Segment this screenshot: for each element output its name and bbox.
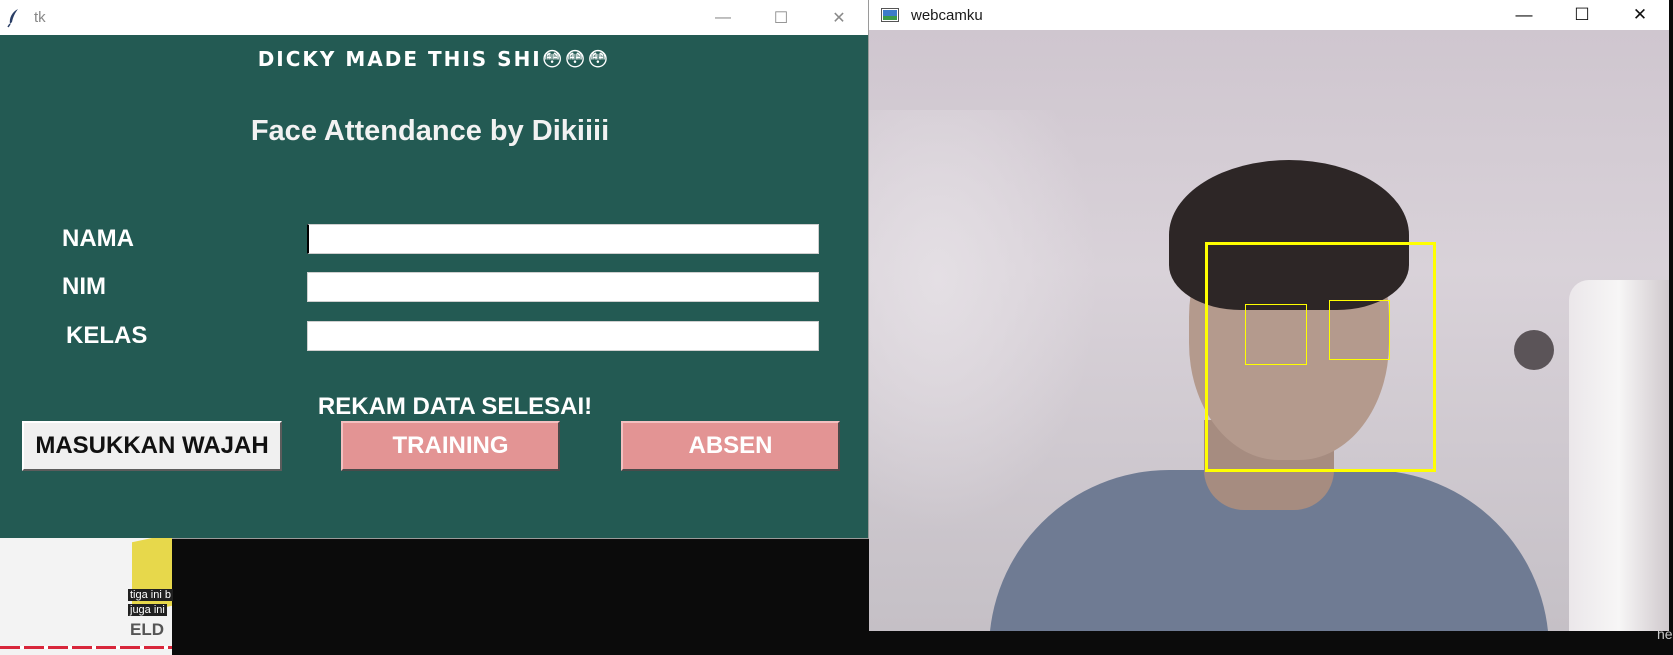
hanging-clothes (1569, 280, 1669, 631)
nama-input[interactable] (307, 224, 819, 254)
banner-text: DICKY MADE THIS SHI😳😳😳 (257, 47, 611, 71)
nama-label: NAMA (62, 225, 134, 252)
nim-label: NIM (62, 273, 106, 300)
kelas-label: KELAS (66, 322, 148, 349)
close-button[interactable]: ✕ (810, 0, 868, 35)
wall-background (869, 110, 1099, 530)
minimize-button[interactable]: — (1495, 0, 1553, 30)
webcam-window-title: webcamku (911, 6, 983, 24)
wall-hook (1514, 330, 1554, 370)
feather-icon (7, 8, 18, 27)
image-window-icon (881, 8, 899, 22)
absen-button[interactable]: ABSEN (621, 421, 840, 471)
minimize-button[interactable]: — (694, 0, 752, 35)
webcam-feed (869, 30, 1669, 631)
webcam-window: webcamku — ☐ ✕ (869, 0, 1669, 631)
webcam-window-controls: — ☐ ✕ (1495, 0, 1669, 30)
eye-detection-box-right (1329, 300, 1390, 360)
training-button[interactable]: TRAINING (341, 421, 560, 471)
tk-window: tk — ☐ ✕ DICKY MADE THIS SHI😳😳😳 Face Att… (0, 0, 868, 538)
thumbnail-caption: tiga ini b (128, 589, 173, 601)
thumbnail-logo: ELD (130, 620, 164, 639)
kelas-input[interactable] (307, 321, 819, 351)
maximize-button[interactable]: ☐ (1553, 0, 1611, 30)
webcam-titlebar[interactable]: webcamku — ☐ ✕ (869, 0, 1669, 30)
thumbnail-graphic (132, 538, 172, 615)
nim-input[interactable] (307, 272, 819, 302)
close-button[interactable]: ✕ (1611, 0, 1669, 30)
video-progress-bar (0, 646, 172, 649)
window-controls: — ☐ ✕ (694, 0, 868, 35)
face-detection-box (1205, 242, 1436, 472)
eye-detection-box-left (1245, 304, 1307, 365)
maximize-button[interactable]: ☐ (752, 0, 810, 35)
window-title: tk (34, 9, 46, 26)
thumbnail-caption: juga ini (128, 604, 167, 616)
masukkan-wajah-button[interactable]: MASUKKAN WAJAH (22, 421, 282, 471)
status-message: REKAM DATA SELESAI! (317, 393, 593, 420)
app-title: Face Attendance by Dikiiii (250, 115, 610, 147)
tk-titlebar[interactable]: tk — ☐ ✕ (0, 0, 868, 35)
